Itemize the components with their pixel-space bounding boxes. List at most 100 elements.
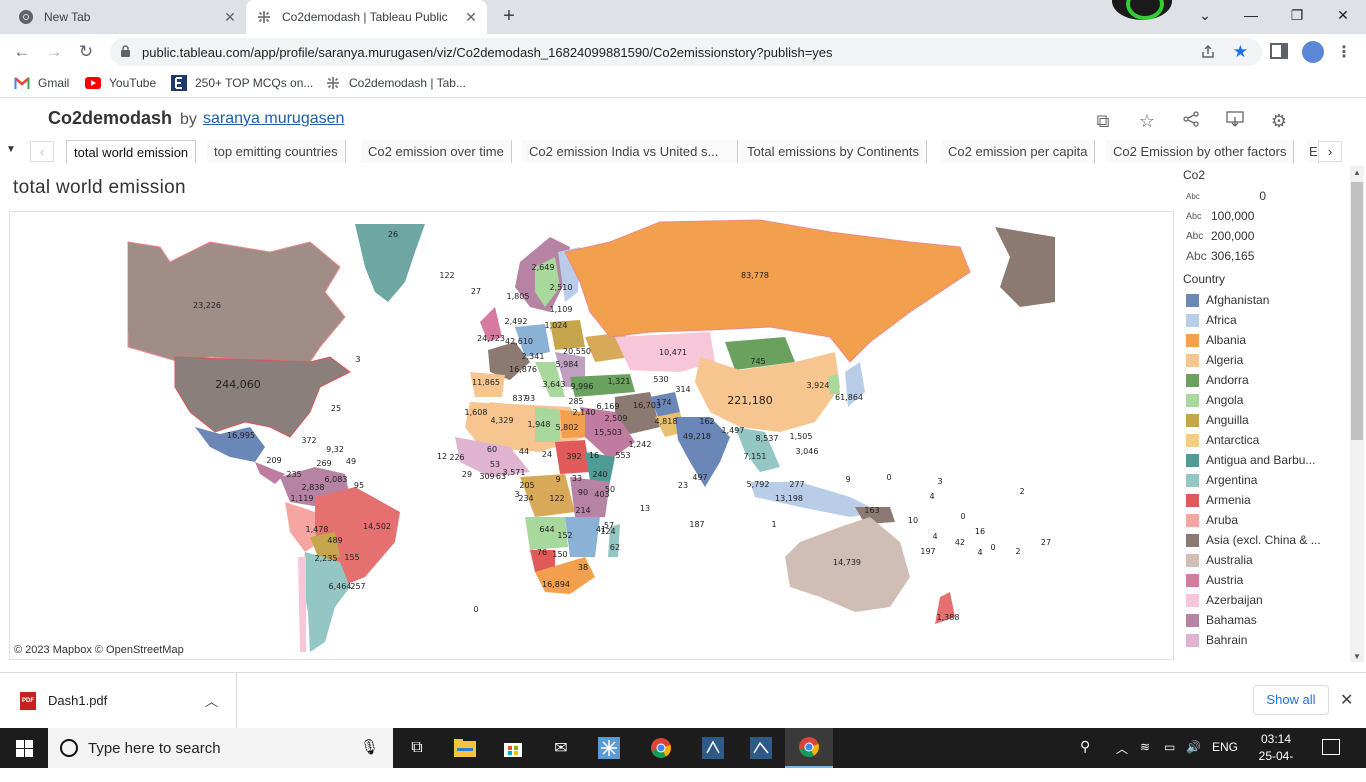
restore-icon[interactable]: ❐ — [1274, 0, 1320, 30]
bookmark-youtube[interactable]: YouTube — [85, 76, 156, 90]
author-link[interactable]: saranya murugasen — [203, 110, 344, 128]
legend-scrollbar[interactable]: ▲ ▼ — [1350, 166, 1364, 662]
story-point-top-emitting[interactable]: top emitting countries — [207, 140, 346, 163]
taskbar-clock[interactable]: 03:14 25-04-2023 — [1246, 731, 1306, 782]
story-prev-icon[interactable]: ‹ — [30, 141, 54, 162]
bookmark-gmail[interactable]: Gmail — [14, 76, 69, 90]
windows-start-icon[interactable] — [0, 728, 48, 768]
show-hidden-icons-chevron[interactable]: ︿ — [1116, 740, 1128, 757]
story-point-india-vs-us[interactable]: Co2 emission India vs United s... — [522, 140, 738, 163]
notification-icon[interactable] — [1322, 739, 1340, 755]
taskbar-search-box[interactable]: Type here to search 🎙 — [48, 728, 393, 768]
new-tab-plus-icon[interactable]: + — [497, 6, 521, 28]
download-icon[interactable] — [1224, 110, 1246, 132]
chrome-active-icon[interactable] — [785, 728, 833, 768]
country-legend-item[interactable]: Austria — [1180, 570, 1346, 590]
story-point-per-capita[interactable]: Co2 emission per capita — [941, 140, 1096, 163]
country-legend-item[interactable]: Andorra — [1180, 370, 1346, 390]
size-legend-item[interactable]: Abc 0 — [1180, 186, 1346, 206]
minimize-icon[interactable]: — — [1228, 0, 1274, 30]
country-legend-item[interactable]: Albania — [1180, 330, 1346, 350]
tab-search-chevron-icon[interactable]: ⌄ — [1182, 0, 1228, 30]
country-legend-item[interactable]: Aruba — [1180, 510, 1346, 530]
tab-tableau[interactable]: Co2demodash | Tableau Public ✕ — [246, 0, 487, 34]
show-all-button[interactable]: Show all — [1253, 685, 1329, 715]
story-point-other-factors[interactable]: Co2 Emission by other factors — [1106, 140, 1295, 163]
map-value-label: 4,818 — [655, 417, 678, 426]
language-indicator[interactable]: ENG — [1212, 740, 1238, 754]
story-point-continents[interactable]: Total emissions by Continents — [740, 140, 927, 163]
copy-icon[interactable]: ⧉ — [1092, 110, 1114, 132]
volume-icon[interactable]: 🔊 — [1186, 740, 1201, 754]
chrome-icon[interactable] — [637, 728, 685, 768]
bookmark-star-icon[interactable]: ★ — [1233, 42, 1248, 62]
country-legend-item[interactable]: Armenia — [1180, 490, 1346, 510]
story-point-total-world-emission[interactable]: total world emission — [66, 140, 197, 163]
country-legend-item[interactable]: Bahrain — [1180, 630, 1346, 650]
people-icon[interactable]: ⚲ — [1080, 738, 1090, 755]
country-legend-item[interactable]: Bahamas — [1180, 610, 1346, 630]
side-panel-icon[interactable] — [1270, 43, 1288, 59]
scroll-up-icon[interactable]: ▲ — [1353, 168, 1361, 177]
size-legend-item[interactable]: Abc 100,000 — [1180, 206, 1346, 226]
wifi-icon[interactable]: ≋ — [1140, 740, 1150, 754]
country-legend-item[interactable]: Afghanistan — [1180, 290, 1346, 310]
back-arrow-icon[interactable]: ← — [9, 39, 35, 65]
reload-icon[interactable]: ↻ — [73, 39, 99, 65]
file-explorer-icon[interactable] — [441, 728, 489, 768]
store-icon[interactable] — [489, 728, 537, 768]
chrome-menu-icon[interactable]: ⋮ — [1336, 42, 1352, 62]
scroll-down-icon[interactable]: ▼ — [1353, 652, 1361, 661]
url-text[interactable]: public.tableau.com/app/profile/saranya.m… — [142, 45, 833, 60]
story-point-over-time[interactable]: Co2 emission over time — [361, 140, 512, 163]
close-tab-icon[interactable]: ✕ — [463, 9, 479, 25]
map-value-label: 214 — [575, 506, 590, 515]
country-legend-item[interactable]: Africa — [1180, 310, 1346, 330]
country-legend-item[interactable]: Antarctica — [1180, 430, 1346, 450]
profile-avatar[interactable] — [1112, 0, 1172, 20]
favorite-star-icon[interactable]: ☆ — [1136, 110, 1158, 132]
download-filename[interactable]: Dash1.pdf — [48, 693, 107, 708]
country-legend-item[interactable]: Argentina — [1180, 470, 1346, 490]
tab-new-tab[interactable]: New Tab ✕ — [8, 0, 246, 34]
address-bar[interactable]: public.tableau.com/app/profile/saranya.m… — [110, 38, 1262, 66]
sql-server-icon[interactable] — [689, 728, 737, 768]
snowflake-app-icon[interactable] — [585, 728, 633, 768]
world-map[interactable]: 83,778 244,060 221,180 23,226 26 122 27 2,649 2,… — [9, 211, 1174, 660]
close-window-icon[interactable]: ✕ — [1320, 0, 1366, 30]
size-legend-item[interactable]: Abc 306,165 — [1180, 246, 1346, 266]
color-swatch — [1186, 633, 1199, 647]
country-legend-item[interactable]: Australia — [1180, 550, 1346, 570]
country-legend-item[interactable]: Azerbaijan — [1180, 590, 1346, 610]
mail-icon[interactable]: ✉ — [537, 728, 585, 768]
extension-icon[interactable] — [1302, 41, 1324, 63]
scrollbar-thumb[interactable] — [1351, 182, 1363, 440]
bookmark-co2demodash[interactable]: Co2demodash | Tab... — [325, 76, 466, 90]
country-legend-item[interactable]: Algeria — [1180, 350, 1346, 370]
story-next-icon[interactable]: › — [1318, 141, 1342, 162]
forward-arrow-icon[interactable]: → — [41, 39, 67, 65]
size-legend-item[interactable]: Abc 200,000 — [1180, 226, 1346, 246]
download-item[interactable]: PDF Dash1.pdf ︿ — [0, 673, 237, 729]
e-logo-icon — [171, 75, 187, 91]
close-tab-icon[interactable]: ✕ — [222, 9, 238, 25]
battery-icon[interactable]: ▭ — [1164, 740, 1175, 754]
settings-gear-icon[interactable]: ⚙ — [1268, 110, 1290, 132]
task-view-icon[interactable]: ⧉ — [393, 728, 441, 768]
chevron-up-icon[interactable]: ︿ — [205, 691, 218, 710]
country-legend-item[interactable]: Asia (excl. China & ... — [1180, 530, 1346, 550]
sql-tool-icon[interactable] — [737, 728, 785, 768]
country-legend-item[interactable]: Angola — [1180, 390, 1346, 410]
country-name: Antigua and Barbu... — [1206, 453, 1316, 467]
story-dropdown-icon[interactable]: ▼ — [6, 144, 16, 155]
lock-icon[interactable] — [120, 45, 131, 61]
map-value-label: 2,341 — [522, 352, 545, 361]
microphone-icon[interactable]: 🎙 — [360, 738, 379, 756]
share-icon[interactable] — [1180, 110, 1202, 132]
bookmark-mcqs[interactable]: 250+ TOP MCQs on... — [171, 75, 313, 91]
share-icon[interactable] — [1200, 44, 1216, 63]
close-icon[interactable]: ✕ — [1340, 690, 1353, 710]
country-legend-item[interactable]: Antigua and Barbu... — [1180, 450, 1346, 470]
map-attribution[interactable]: © 2023 Mapbox © OpenStreetMap — [14, 644, 184, 656]
country-legend-item[interactable]: Anguilla — [1180, 410, 1346, 430]
